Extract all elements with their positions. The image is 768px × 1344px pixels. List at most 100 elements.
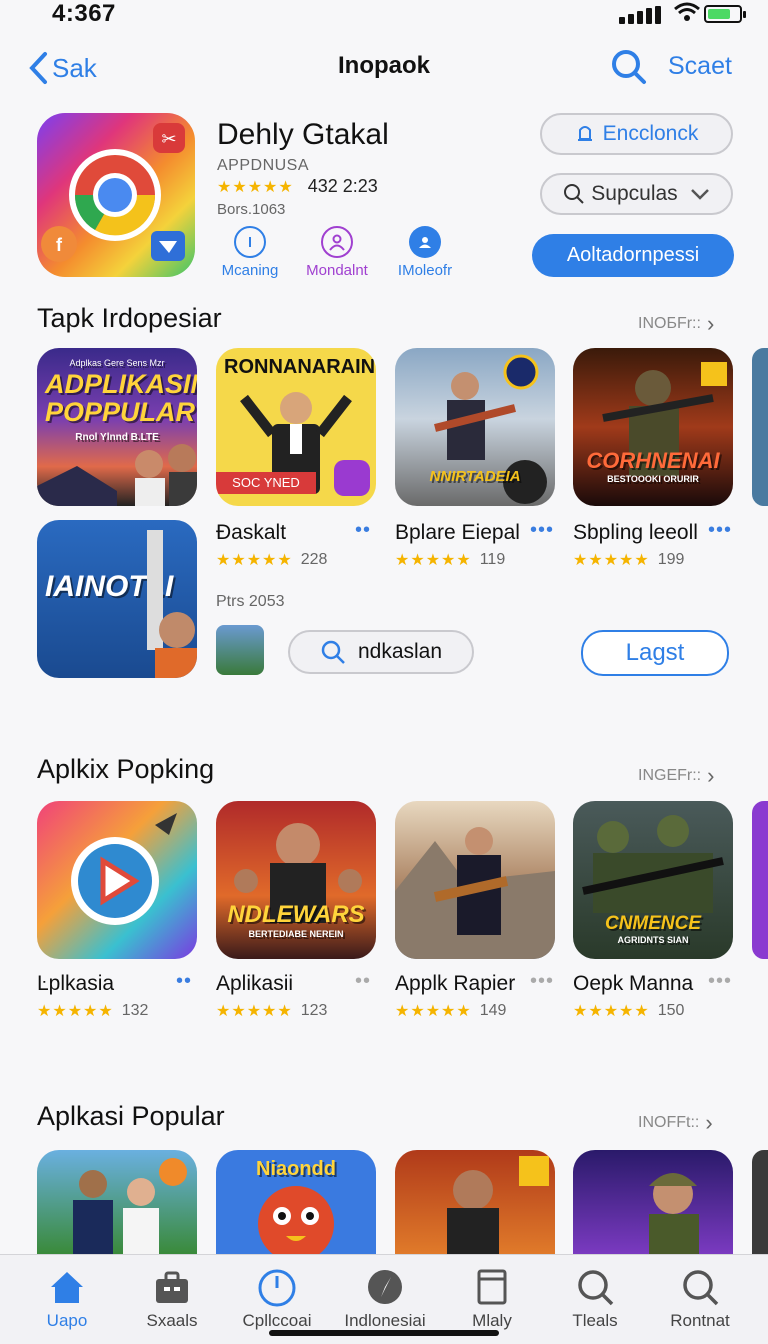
app-size: Bors.1063 xyxy=(217,201,286,218)
app-rating-count: 432 2:23 xyxy=(307,176,378,196)
search-icon[interactable] xyxy=(610,48,648,86)
tab-label: Indlonesiai xyxy=(344,1311,426,1330)
compass-icon xyxy=(368,1270,402,1304)
list-item-rating: ★★★★★ 199 xyxy=(573,550,684,570)
app-tile-peek[interactable] xyxy=(752,1150,768,1254)
more-dots-icon[interactable]: ••• xyxy=(530,519,554,542)
list-item-label[interactable]: Sbpling leeoll xyxy=(573,521,698,545)
tile-art-title: CORHNENAI xyxy=(586,448,720,473)
lagst-button[interactable]: Lagst xyxy=(581,630,729,676)
more-dots-icon[interactable]: ••• xyxy=(708,970,732,993)
trash-icon xyxy=(334,460,370,496)
info-icon xyxy=(234,226,266,258)
chrome-logo-icon: ✂ f xyxy=(41,123,185,262)
encclonck-label: Encclonck xyxy=(602,122,699,145)
chevron-right-icon: › xyxy=(705,1110,713,1135)
svg-text:f: f xyxy=(56,235,63,255)
app-tile-niaondd[interactable]: Niaondd xyxy=(216,1150,376,1254)
section1-more-link[interactable]: INOБFr:: › xyxy=(638,311,714,337)
app-tile-corhnenai[interactable]: CORHNENAI BESTOOOKI ORURIR xyxy=(573,348,733,506)
meta-item-2[interactable]: Mondalnt xyxy=(292,226,382,279)
list-item-rating: ★★★★★ 132 xyxy=(37,1001,148,1021)
tab-label: Uapo xyxy=(46,1311,88,1330)
tab-mlaly[interactable]: Mlaly xyxy=(437,1265,547,1331)
rating-count: 123 xyxy=(300,1002,328,1019)
app-tile-peek[interactable] xyxy=(752,801,768,959)
encclonck-button[interactable]: Encclonck xyxy=(540,113,733,155)
app-tile-ronnanarain[interactable]: RONNANARAIN SOC YNED xyxy=(216,348,376,506)
more-dots-icon[interactable]: •• xyxy=(355,519,371,542)
tab-indlonesiai[interactable]: Indlonesiai xyxy=(330,1265,440,1331)
tab-uapo[interactable]: Uapo xyxy=(12,1265,122,1331)
app-tile-couple[interactable] xyxy=(37,1150,197,1254)
list-item-label[interactable]: Bplare Eiepal xyxy=(395,521,520,545)
list-item-label[interactable]: Oepk Manna xyxy=(573,972,693,996)
list-item-rating: ★★★★★ 149 xyxy=(395,1001,506,1021)
more-dots-icon[interactable]: ••• xyxy=(708,519,732,542)
star-rating-icon: ★★★★★ xyxy=(573,552,650,569)
list-item-rating: ★★★★★ 150 xyxy=(573,1001,684,1021)
tile-art-title: NDLEWARS xyxy=(227,901,365,928)
tab-cpllccoai[interactable]: Cpllccoai xyxy=(222,1265,332,1331)
battery-icon xyxy=(704,5,746,23)
section2-more-link[interactable]: INGEFr:: › xyxy=(638,763,714,789)
tab-rontnat[interactable]: Rontnat xyxy=(645,1265,755,1331)
app-tile-ndlewars[interactable]: NDLEWARS BERTEDIABE NEREIN xyxy=(216,801,376,959)
list-item-rating: ★★★★★ 228 xyxy=(216,550,327,570)
app-name: Dehly Gtakal xyxy=(217,118,389,151)
list-item-label[interactable]: Aplikasii xyxy=(216,972,293,996)
section2-more-label: INGEFr:: xyxy=(638,767,702,784)
app-rating: ★★★★★ 432 2:23 xyxy=(217,176,378,197)
play-icon xyxy=(71,813,177,925)
tile-art-title: RONNANARAIN xyxy=(224,356,376,378)
tab-sxaals[interactable]: Sxaals xyxy=(117,1265,227,1331)
list-item-rating: ★★★★★ 119 xyxy=(395,550,505,570)
app-tile-group[interactable] xyxy=(395,1150,555,1254)
chevron-right-icon: › xyxy=(706,311,715,336)
tile-art-sub: BESTOOOKI ORURIR xyxy=(607,474,699,484)
tab-tleals[interactable]: Tleals xyxy=(540,1265,650,1331)
app-tile-peek[interactable] xyxy=(752,348,768,506)
section3-more-link[interactable]: INOFFt:: › xyxy=(638,1110,713,1136)
more-dots-icon[interactable]: •• xyxy=(176,970,192,993)
app-tile-guitar[interactable] xyxy=(395,801,555,959)
app-tile-nnirtadeia[interactable]: NNIRTADEIA xyxy=(395,348,555,506)
list-item-label[interactable]: Applk Rapier xyxy=(395,972,515,996)
more-dots-icon[interactable]: ••• xyxy=(530,970,554,993)
search-chip[interactable]: ndkaslan xyxy=(288,630,474,674)
app-tile-play[interactable] xyxy=(37,801,197,959)
tab-label: Sxaals xyxy=(146,1311,198,1330)
people-illustration-icon xyxy=(73,1158,187,1254)
supculas-dropdown[interactable]: Supculas xyxy=(540,173,733,215)
wifi-icon xyxy=(674,2,700,21)
bell-icon xyxy=(577,126,592,141)
supculas-label: Supculas xyxy=(591,182,678,205)
meta-item-1[interactable]: Mcaning xyxy=(205,226,295,279)
feature-thumbnail[interactable] xyxy=(216,625,264,675)
svg-text:✂: ✂ xyxy=(161,129,176,150)
app-tile-cnmence[interactable]: CNMENCE AGRIDNTS SIAN xyxy=(573,801,733,959)
page-title: Inopaok xyxy=(337,52,430,79)
tab-label: Rontnat xyxy=(670,1311,730,1330)
meta-label-1: Mcaning xyxy=(221,262,279,279)
meta-item-3[interactable]: IMoleofr xyxy=(380,226,470,279)
star-rating-icon: ★★★★★ xyxy=(216,1003,293,1020)
star-rating-icon: ★★★★★ xyxy=(217,178,294,196)
section2-title: Aplkix Popking xyxy=(37,754,215,784)
primary-action-button[interactable]: Aoltadornpessi xyxy=(532,234,734,277)
house-icon xyxy=(51,1272,83,1303)
app-tile-adplikasin[interactable]: Adplkas Gere Sens Mzr ADPLIKASIN POPPULA… xyxy=(37,348,197,506)
more-dots-icon[interactable]: •• xyxy=(355,970,371,993)
star-rating-icon: ★★★★★ xyxy=(395,1003,472,1020)
list-item-label[interactable]: Ŀplkasia xyxy=(37,972,114,996)
chevron-right-icon: › xyxy=(707,763,715,788)
meta-label-3: IMoleofr xyxy=(397,262,453,279)
people-illustration-icon xyxy=(37,444,197,506)
rating-count: 228 xyxy=(300,551,328,568)
person-icon xyxy=(321,226,353,258)
app-tile-soldier[interactable] xyxy=(573,1150,733,1254)
app-tile-iainotli[interactable]: IAINOTLI xyxy=(37,520,197,678)
rocket-person-illustration-icon xyxy=(147,530,197,678)
list-item-label[interactable]: Ðaskalt xyxy=(216,521,286,545)
search-link[interactable]: Scaet xyxy=(668,52,732,81)
